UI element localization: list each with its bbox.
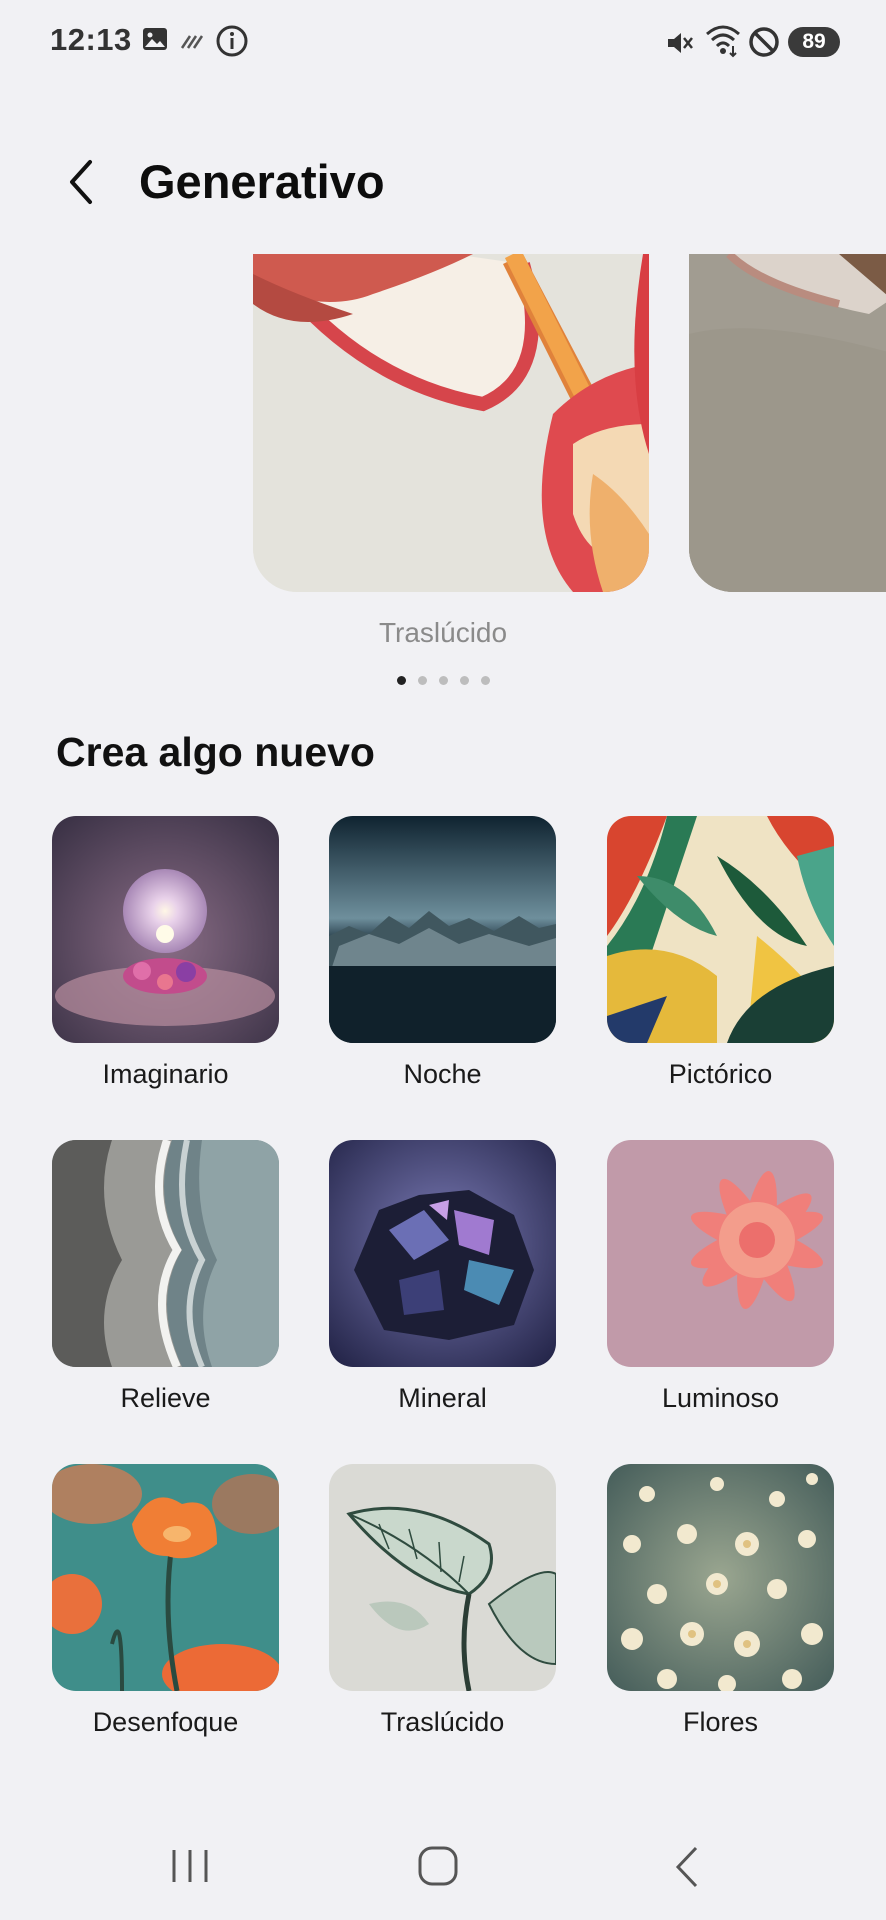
style-thumbnail (607, 1140, 834, 1367)
style-label: Flores (682, 1707, 758, 1737)
status-time: 12:13 (50, 22, 132, 57)
style-thumbnail (329, 1464, 556, 1691)
do-not-disturb-icon (748, 26, 780, 63)
carousel-page-indicator (0, 676, 886, 685)
style-thumbnail (329, 1140, 556, 1367)
style-tile-desenfoque[interactable]: Desenfoque (52, 1464, 279, 1738)
gallery-icon (142, 26, 168, 57)
page-title: Generativo (139, 155, 385, 208)
info-icon (215, 24, 249, 63)
page-dot (438, 676, 448, 685)
style-label: Relieve (120, 1383, 211, 1413)
style-tile-mineral[interactable]: Mineral (329, 1140, 556, 1414)
page-dot (417, 676, 427, 685)
style-tile-noche[interactable]: Noche (329, 816, 556, 1090)
style-label: Pictórico (668, 1059, 773, 1089)
style-thumbnail (52, 1464, 279, 1691)
style-tile-flores[interactable]: Flores (607, 1464, 834, 1738)
status-bar: 12:13 89 (0, 0, 886, 86)
style-label: Traslúcido (380, 1707, 505, 1737)
carousel-slide-current[interactable] (253, 254, 649, 592)
home-icon (418, 1846, 458, 1886)
style-label: Noche (403, 1059, 482, 1089)
style-label: Imaginario (102, 1059, 229, 1089)
recents-button[interactable] (160, 1842, 220, 1892)
back-icon (675, 1846, 698, 1888)
style-thumbnail (607, 1464, 834, 1691)
style-thumbnail (52, 816, 279, 1043)
back-button[interactable] (58, 154, 108, 210)
page-dot (480, 676, 490, 685)
system-nav-bar (0, 1820, 886, 1910)
section-title: Crea algo nuevo (56, 729, 375, 775)
nav-back-button[interactable] (658, 1842, 718, 1892)
wifi-icon (704, 24, 742, 63)
style-tile-pictorico[interactable]: Pictórico (607, 816, 834, 1090)
carousel-slide-next[interactable] (689, 254, 886, 592)
style-label: Desenfoque (92, 1707, 239, 1737)
signal-hatch-icon (180, 32, 206, 55)
chevron-left-icon (70, 160, 92, 204)
page-dot (459, 676, 469, 685)
style-tile-luminoso[interactable]: Luminoso (607, 1140, 834, 1414)
style-tile-relieve[interactable]: Relieve (52, 1140, 279, 1414)
style-thumbnail (329, 816, 556, 1043)
style-tile-imaginario[interactable]: Imaginario (52, 816, 279, 1090)
style-label: Luminoso (661, 1383, 780, 1413)
style-label: Mineral (398, 1383, 487, 1413)
wallpaper-carousel[interactable] (0, 254, 886, 592)
page-dot-active (396, 676, 406, 685)
mute-icon (664, 28, 694, 63)
style-thumbnail (52, 1140, 279, 1367)
battery-indicator: 89 (788, 27, 840, 57)
recents-icon (172, 1850, 208, 1882)
app-header: Generativo (0, 140, 886, 220)
style-tile-traslucido[interactable]: Traslúcido (329, 1464, 556, 1738)
carousel-slide-label: Traslúcido (378, 617, 508, 648)
home-button[interactable] (408, 1842, 468, 1892)
style-thumbnail (607, 816, 834, 1043)
